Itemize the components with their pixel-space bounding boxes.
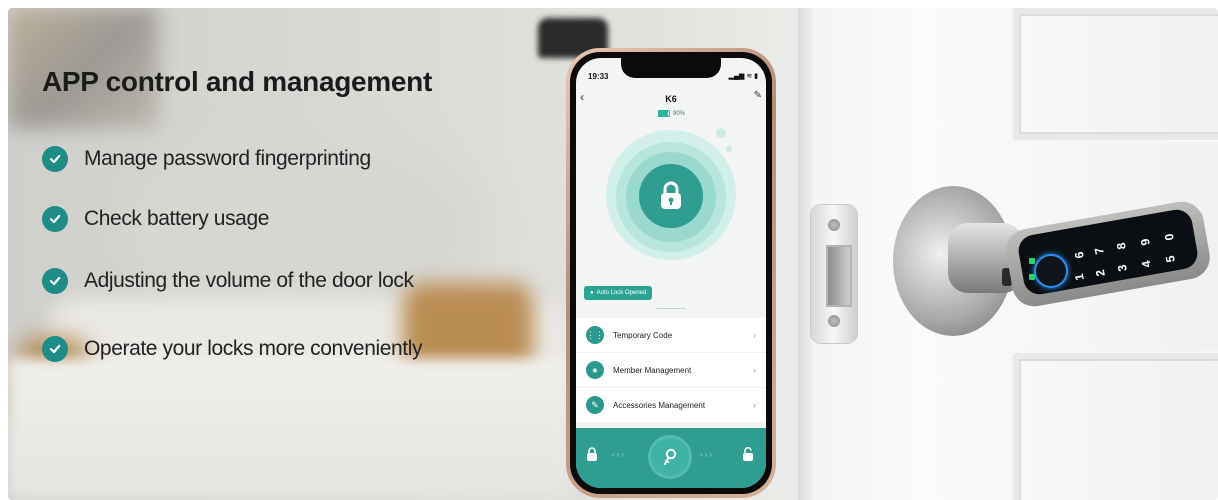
- smartphone: 19:33 ▂▄▆ ≋ ▮ ‹ ✎ K6 90% ● Auto Lock Ope…: [566, 48, 776, 498]
- phone-notch: [621, 58, 721, 78]
- check-circle-icon: [42, 268, 68, 294]
- chevron-right-icon: ›: [753, 365, 756, 375]
- battery-percent: 90%: [673, 110, 686, 117]
- app-menu: ⋮⋮ Temporary Code › ● Member Management …: [576, 318, 766, 423]
- check-circle-icon: [42, 336, 68, 362]
- device-name: K6: [665, 94, 677, 104]
- lock-open-icon[interactable]: [742, 447, 754, 461]
- lock-closed-icon[interactable]: [586, 447, 598, 461]
- padlock-icon: [661, 181, 681, 209]
- status-icons: ▂▄▆ ≋ ▮: [728, 73, 758, 80]
- feature-label: Operate your locks more conveniently: [84, 337, 423, 360]
- drag-handle[interactable]: [656, 308, 686, 312]
- menu-item-label: Accessories Management: [613, 400, 706, 410]
- door-panel-top: [1013, 8, 1218, 140]
- grid-icon: ⋮⋮: [586, 326, 604, 344]
- auto-lock-badge: ● Auto Lock Opened: [584, 286, 653, 300]
- menu-item-label: Member Management: [613, 365, 692, 375]
- strike-plate: [811, 205, 857, 343]
- feature-item: Check battery usage: [42, 206, 269, 232]
- check-circle-icon: [42, 146, 68, 172]
- battery-indicator: 90%: [658, 110, 685, 117]
- slide-left-arrows-icon: ‹‹‹: [612, 450, 626, 459]
- banner-title: APP control and management: [42, 66, 432, 97]
- chevron-right-icon: ›: [753, 400, 756, 410]
- feature-label: Check battery usage: [84, 207, 270, 230]
- product-banner: 0 9 8 7 6 5 4 3 2 1 APP control and mana…: [8, 8, 1218, 500]
- lock-status-button[interactable]: [639, 164, 703, 228]
- menu-item-label: Temporary Code: [613, 330, 673, 340]
- key-icon: [664, 448, 677, 465]
- menu-item-member-management[interactable]: ● Member Management ›: [576, 353, 766, 388]
- auto-lock-label: Auto Lock Opened: [596, 290, 647, 296]
- unlock-slider-knob[interactable]: [651, 438, 689, 476]
- fingerprint-sensor: [1034, 254, 1068, 288]
- feature-item: Manage password fingerprinting: [42, 146, 371, 172]
- door-panel-bottom: [1013, 353, 1218, 500]
- menu-item-temporary-code[interactable]: ⋮⋮ Temporary Code ›: [576, 318, 766, 353]
- slide-right-arrows-icon: ›››: [700, 450, 714, 459]
- menu-item-accessories-management[interactable]: ✎ Accessories Management ›: [576, 388, 766, 423]
- feature-label: Manage password fingerprinting: [84, 147, 371, 170]
- unlock-slider-bar[interactable]: ‹‹‹ ›››: [576, 428, 766, 488]
- feature-item: Operate your locks more conveniently: [42, 336, 423, 362]
- status-time: 19:33: [588, 72, 609, 81]
- app-screen: 19:33 ▂▄▆ ≋ ▮ ‹ ✎ K6 90% ● Auto Lock Ope…: [576, 58, 766, 488]
- auto-lock-icon: ●: [590, 290, 594, 296]
- person-icon: ●: [586, 361, 604, 379]
- brush-icon: ✎: [586, 396, 604, 414]
- chevron-right-icon: ›: [753, 330, 756, 340]
- battery-icon: [658, 110, 670, 117]
- feature-label: Adjusting the volume of the door lock: [84, 269, 414, 292]
- check-circle-icon: [42, 206, 68, 232]
- feature-item: Adjusting the volume of the door lock: [42, 268, 414, 294]
